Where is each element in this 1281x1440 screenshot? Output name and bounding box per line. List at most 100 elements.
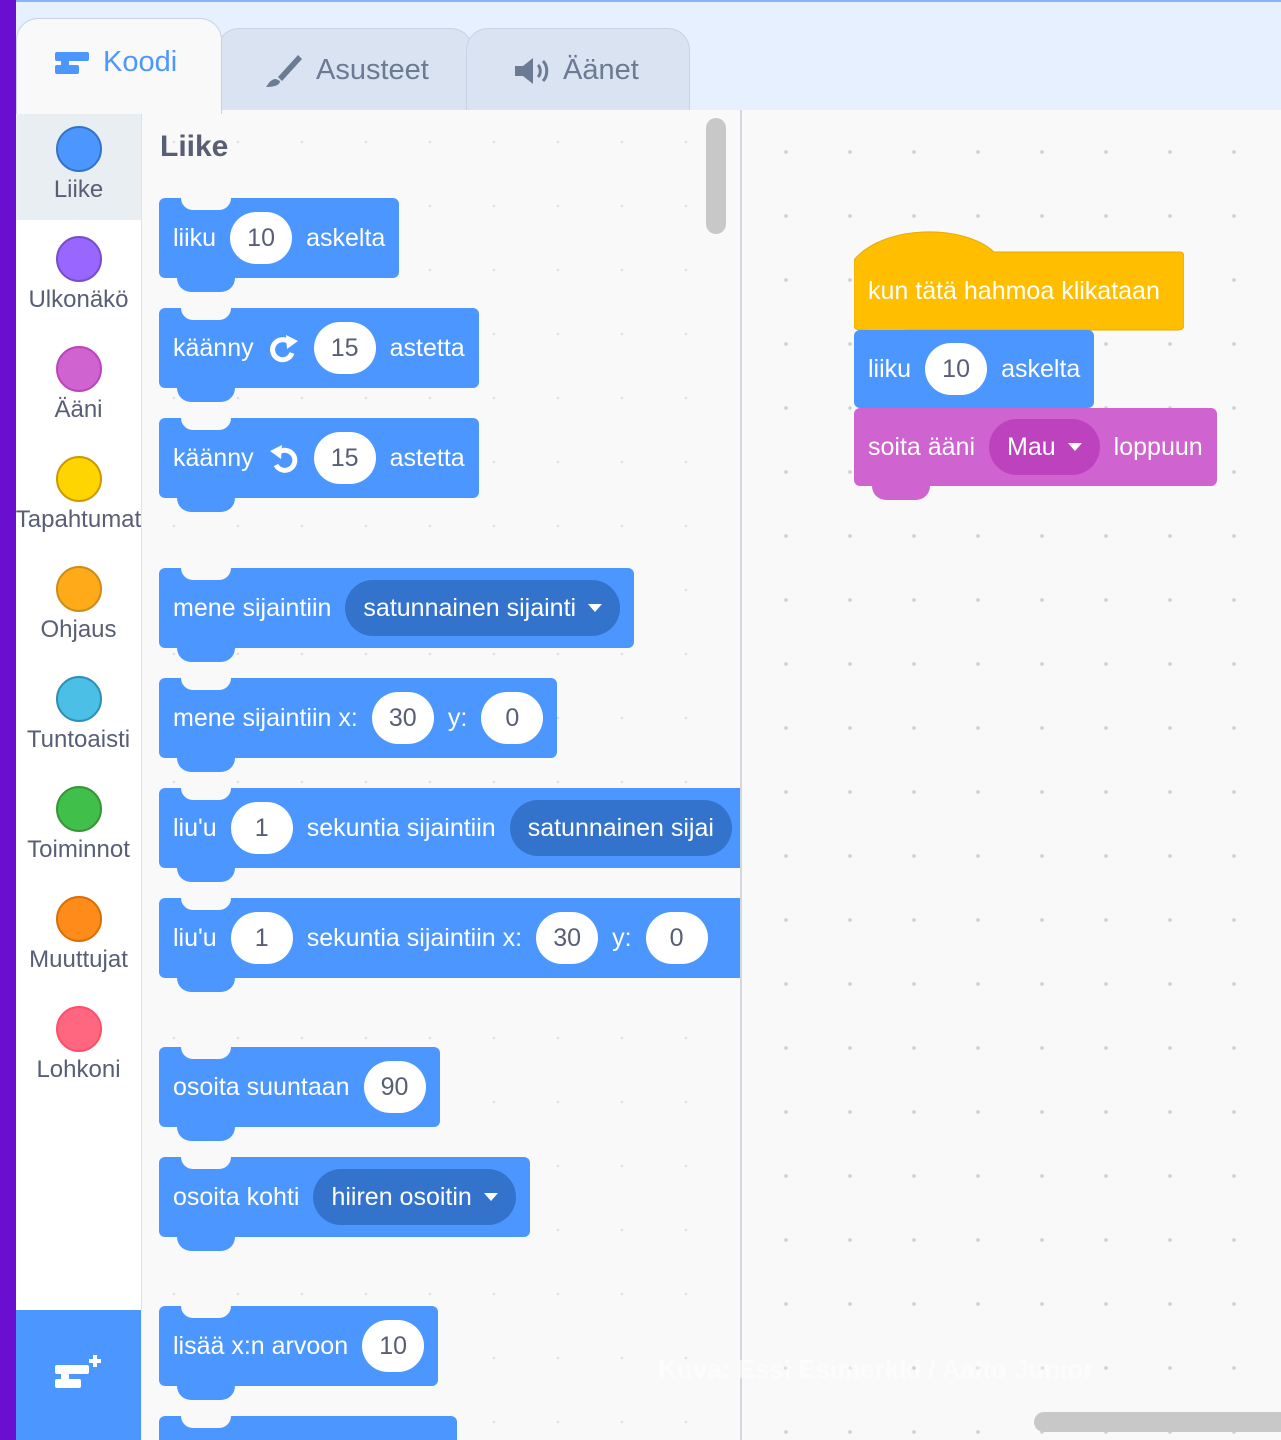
category-label: Liike (53, 176, 104, 203)
block-text: askelta (1001, 354, 1081, 383)
block-text: astetta (389, 333, 465, 362)
go-to-target-dropdown[interactable]: satunnainen sijainti (345, 580, 621, 636)
block-palette: Liike liiku 10 askelta käänny 15 astetta… (142, 110, 740, 1440)
block-text: käänny (173, 333, 254, 362)
point-towards-block[interactable]: osoita kohti hiiren osoitin (159, 1157, 530, 1251)
go-to-xy-block[interactable]: mene sijaintiin x: 30 y: 0 (159, 678, 558, 772)
category-control[interactable]: Ohjaus (16, 550, 141, 660)
tab-sounds[interactable]: Äänet (466, 28, 690, 112)
category-label: Ohjaus (40, 616, 117, 643)
palette-scrollbar[interactable] (706, 118, 726, 234)
category-label: Tuntoaisti (26, 726, 131, 753)
degrees-input[interactable]: 15 (313, 322, 376, 374)
block-text: y: (447, 703, 468, 732)
set-x-block-partial[interactable] (159, 1416, 457, 1440)
change-x-input[interactable]: 10 (362, 1320, 425, 1372)
block-text: liu'u (173, 813, 217, 842)
steps-input[interactable]: 10 (925, 343, 988, 395)
seconds-input[interactable]: 1 (230, 802, 293, 854)
add-extension-button[interactable] (16, 1310, 141, 1440)
point-in-direction-block[interactable]: osoita suuntaan 90 (159, 1047, 440, 1141)
caret-down-icon (483, 1193, 498, 1201)
dropdown-value: satunnainen sijainti (363, 593, 577, 622)
category-sensing[interactable]: Tuntoaisti (16, 660, 141, 770)
control-category-icon (55, 566, 102, 612)
window-frame (0, 0, 16, 1440)
category-events[interactable]: Tapahtumat (16, 440, 141, 550)
sensing-category-icon (55, 676, 102, 722)
tab-code[interactable]: Koodi (16, 18, 222, 114)
sound-category-icon (55, 346, 102, 392)
category-sidebar: Liike Ulkonäkö Ääni Tapahtumat Ohjaus Tu… (16, 110, 142, 1310)
category-label: Ääni (54, 396, 103, 423)
looks-category-icon (55, 236, 102, 282)
block-text: liu'u (173, 923, 217, 952)
category-sound[interactable]: Ääni (16, 330, 141, 440)
category-looks[interactable]: Ulkonäkö (16, 220, 141, 330)
block-text: liiku (173, 223, 217, 252)
block-text: mene sijaintiin (173, 593, 332, 622)
category-motion[interactable]: Liike (16, 110, 141, 220)
x-input[interactable]: 30 (536, 912, 599, 964)
my-blocks-category-icon (55, 1006, 102, 1052)
category-label: Tapahtumat (15, 506, 142, 533)
go-to-block[interactable]: mene sijaintiin satunnainen sijainti (159, 568, 635, 662)
script-move-steps-block[interactable]: liiku 10 askelta (854, 330, 1095, 422)
code-icon (55, 51, 89, 74)
script-workspace[interactable]: kun tätä hahmoa klikataan liiku 10 askel… (742, 110, 1281, 1440)
add-extension-icon (54, 1355, 101, 1388)
play-sound-until-done-block[interactable]: soita ääni Mau loppuun (854, 408, 1217, 500)
variables-category-icon (55, 896, 102, 942)
block-text: lisää x:n arvoon (173, 1331, 349, 1360)
steps-input[interactable]: 10 (230, 212, 293, 264)
glide-target-dropdown[interactable]: satunnainen sijai (509, 800, 732, 856)
degrees-input[interactable]: 15 (313, 432, 376, 484)
block-text: sekuntia sijaintiin x: (306, 923, 523, 952)
block-text: käänny (173, 443, 254, 472)
brush-icon (266, 54, 302, 87)
tab-label: Asusteet (316, 54, 429, 86)
block-text: osoita suuntaan (173, 1072, 350, 1101)
category-label: Lohkoni (36, 1056, 121, 1083)
category-label: Ulkonäkö (28, 286, 129, 313)
when-sprite-clicked-block[interactable]: kun tätä hahmoa klikataan (854, 252, 1174, 330)
turn-right-block[interactable]: käänny 15 astetta (159, 308, 479, 402)
caret-down-icon (1067, 443, 1082, 451)
category-variables[interactable]: Muuttujat (16, 880, 141, 990)
image-credit-watermark: Kuva: Essi Esimerkki / Aalto Junior (658, 1354, 1094, 1384)
y-input[interactable]: 0 (645, 912, 708, 964)
category-operators[interactable]: Toiminnot (16, 770, 141, 880)
operators-category-icon (55, 786, 102, 832)
block-text: kun tätä hahmoa klikataan (868, 276, 1160, 305)
dropdown-value: hiiren osoitin (331, 1182, 472, 1211)
x-input[interactable]: 30 (371, 692, 434, 744)
move-steps-block[interactable]: liiku 10 askelta (159, 198, 400, 292)
change-x-block[interactable]: lisää x:n arvoon 10 (159, 1306, 439, 1400)
tab-costumes[interactable]: Asusteet (217, 28, 473, 112)
point-towards-dropdown[interactable]: hiiren osoitin (313, 1169, 516, 1225)
direction-input[interactable]: 90 (363, 1061, 426, 1113)
y-input[interactable]: 0 (481, 692, 544, 744)
block-text: askelta (306, 223, 386, 252)
block-text: soita ääni (868, 432, 976, 461)
workspace-scrollbar[interactable] (1034, 1412, 1281, 1432)
motion-category-icon (55, 126, 102, 172)
dropdown-value: Mau (1007, 432, 1056, 461)
sound-dropdown[interactable]: Mau (989, 419, 1100, 475)
seconds-input[interactable]: 1 (230, 912, 293, 964)
glide-to-block[interactable]: liu'u 1 sekuntia sijaintiin satunnainen … (159, 788, 740, 882)
caret-down-icon (588, 604, 603, 612)
block-text: mene sijaintiin x: (173, 703, 358, 732)
glide-to-xy-block[interactable]: liu'u 1 sekuntia sijaintiin x: 30 y: 0 (159, 898, 740, 992)
dropdown-value: satunnainen sijai (527, 813, 714, 842)
block-text: osoita kohti (173, 1182, 300, 1211)
category-my-blocks[interactable]: Lohkoni (16, 990, 141, 1100)
palette-section-title: Liike (160, 130, 229, 163)
block-text: loppuun (1113, 432, 1203, 461)
rotate-left-icon (269, 445, 297, 473)
turn-left-block[interactable]: käänny 15 astetta (159, 418, 479, 512)
block-text: liiku (868, 354, 912, 383)
tab-label: Koodi (103, 46, 178, 78)
tab-bar: Asusteet Äänet Koodi (16, 0, 1281, 114)
block-text: sekuntia sijaintiin (306, 813, 496, 842)
